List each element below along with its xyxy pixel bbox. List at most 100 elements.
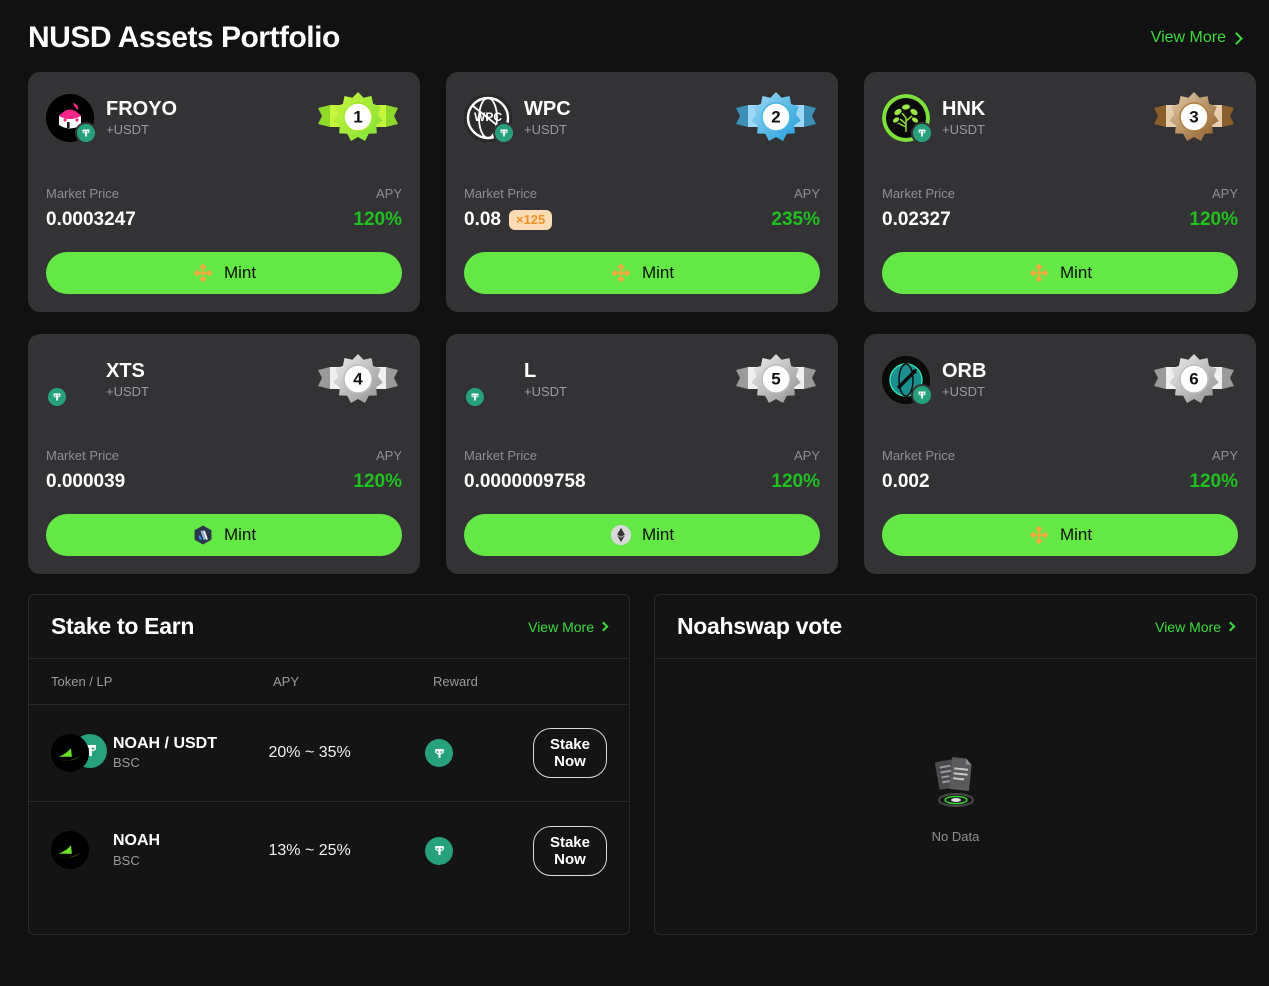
svg-text:5: 5 — [771, 370, 780, 389]
apy-block: APY 120% — [1189, 448, 1238, 493]
token-logo — [464, 356, 512, 408]
asset-card[interactable]: WPC WPC +USDT 2 Market Price 0.08 ×125 APY 235% M… — [446, 72, 838, 312]
token-names: WPC +USDT — [524, 98, 571, 139]
noah-logo — [51, 733, 89, 772]
apy-label: APY — [793, 186, 820, 201]
svg-text:3: 3 — [1189, 108, 1198, 127]
column-header-token: Token / LP — [51, 674, 113, 689]
row-token-names: NOAH / USDT BSC — [113, 734, 217, 772]
apy-block: APY 235% — [771, 186, 820, 231]
asset-metrics: Market Price 0.02327 APY 120% — [882, 186, 1238, 231]
binance-icon — [1028, 524, 1050, 546]
apy-label: APY — [1211, 186, 1238, 201]
rank-badge-4: 4 — [314, 350, 402, 408]
asset-metrics: Market Price 0.002 APY 120% — [882, 448, 1238, 493]
vote-panel-header: Noahswap vote View More — [655, 595, 1256, 659]
portfolio-view-more-link[interactable]: View More — [1151, 29, 1243, 47]
mint-button[interactable]: Mint — [46, 252, 402, 294]
no-data-document-icon — [924, 750, 988, 819]
lp-chain: BSC — [113, 852, 140, 868]
token-logo — [882, 356, 933, 406]
asset-card[interactable]: L +USDT 5 Market Price 0.0000009758 APY 120% Mi… — [446, 334, 838, 574]
mint-button[interactable]: Mint — [882, 252, 1238, 294]
usdt-icon — [911, 122, 933, 144]
market-price-value: 0.002 — [882, 471, 930, 492]
svg-text:6: 6 — [1189, 370, 1198, 389]
token-names: FROYO +USDT — [106, 98, 177, 139]
svg-text:WPC: WPC — [474, 110, 502, 124]
market-price-value-row: 0.08 ×125 — [464, 209, 553, 231]
market-price-value: 0.02327 — [882, 209, 951, 230]
market-price-label: Market Price — [464, 448, 537, 463]
market-price-label: Market Price — [882, 448, 955, 463]
row-action-cell: Stake Now — [532, 825, 607, 876]
apy-label: APY — [375, 186, 402, 201]
apy-block: APY 120% — [771, 448, 820, 493]
stake-to-earn-panel: Stake to Earn View More Token / LP APY R… — [28, 594, 630, 935]
market-price-value: 0.0003247 — [46, 209, 136, 230]
asset-card[interactable]: HNK +USDT 3 Market Price 0.02327 APY 120% Mint — [864, 72, 1256, 312]
lp-chain: BSC — [113, 755, 140, 771]
binance-icon — [1028, 262, 1050, 284]
token-pair: +USDT — [524, 383, 567, 399]
arbitrum-icon — [192, 524, 214, 546]
apy-block: APY 120% — [353, 186, 402, 231]
stake-panel-header: Stake to Earn View More — [29, 595, 629, 659]
lp-name: NOAH / USDT — [113, 734, 217, 752]
noah-logo — [51, 831, 89, 870]
usdt-icon — [911, 384, 933, 406]
token-logo: WPC — [464, 94, 515, 144]
stake-now-button[interactable]: Stake Now — [532, 728, 607, 778]
apy-value: 120% — [353, 471, 402, 492]
apy-value: 120% — [1189, 471, 1238, 492]
lp-name: NOAH — [113, 832, 161, 850]
market-price-block: Market Price 0.02327 — [882, 186, 955, 231]
market-price-value: 0.000039 — [46, 471, 126, 492]
asset-card[interactable]: ORB +USDT 6 Market Price 0.002 APY 120% Mint — [864, 334, 1256, 574]
portfolio-page: NUSD Assets Portfolio View More FROYO +US… — [0, 0, 1269, 986]
market-price-value-row: 0.0000009758 — [464, 471, 586, 493]
row-token-names: NOAH BSC — [113, 831, 160, 869]
apy-value: 235% — [771, 209, 820, 230]
asset-metrics: Market Price 0.0000009758 APY 120% — [464, 448, 820, 493]
stake-now-button[interactable]: Stake Now — [532, 825, 607, 876]
row-apy: 20% ~ 35% — [268, 744, 351, 761]
token-symbol: L — [524, 359, 537, 382]
market-price-block: Market Price 0.000039 — [46, 448, 125, 493]
view-more-label: View More — [1155, 618, 1221, 635]
asset-card[interactable]: FROYO +USDT 1 Market Price 0.0003247 APY 120% M… — [28, 72, 420, 312]
usdt-icon — [425, 739, 454, 767]
market-price-value: 0.08 — [464, 209, 501, 230]
token-symbol: FROYO — [106, 97, 178, 120]
mint-button[interactable]: Mint — [464, 514, 820, 556]
rank-badge-5: 5 — [732, 350, 820, 408]
vote-view-more-link[interactable]: View More — [1155, 618, 1236, 635]
token-pair: +USDT — [106, 121, 149, 137]
apy-value: 120% — [1189, 209, 1238, 230]
token-names: HNK +USDT — [942, 98, 985, 139]
view-more-label: View More — [528, 618, 594, 635]
stake-view-more-link[interactable]: View More — [528, 618, 609, 635]
token-pair: +USDT — [942, 383, 985, 399]
column-header-apy: APY — [273, 674, 300, 689]
market-price-value: 0.0000009758 — [464, 471, 586, 492]
multiplier-badge: ×125 — [508, 209, 553, 231]
svg-text:2: 2 — [771, 108, 780, 127]
asset-card[interactable]: XTS +USDT 4 Market Price 0.000039 APY 120% Mint — [28, 334, 420, 574]
mint-label: Mint — [641, 525, 675, 544]
rank-badge-2: 2 — [732, 88, 820, 146]
chevron-right-icon — [1225, 621, 1236, 632]
asset-metrics: Market Price 0.0003247 APY 120% — [46, 186, 402, 231]
token-names: ORB +USDT — [942, 360, 986, 401]
portfolio-header: NUSD Assets Portfolio View More — [0, 0, 1269, 60]
market-price-block: Market Price 0.0000009758 — [464, 448, 586, 493]
mint-label: Mint — [223, 263, 257, 282]
mint-button[interactable]: Mint — [882, 514, 1238, 556]
no-data-label: No Data — [931, 828, 980, 844]
row-token-cell: NOAH BSC — [51, 831, 268, 870]
row-reward-cell — [425, 836, 533, 865]
mint-button[interactable]: Mint — [46, 514, 402, 556]
row-token-cell: NOAH / USDT BSC — [51, 733, 268, 772]
mint-button[interactable]: Mint — [464, 252, 820, 294]
market-price-value-row: 0.02327 — [882, 209, 955, 231]
